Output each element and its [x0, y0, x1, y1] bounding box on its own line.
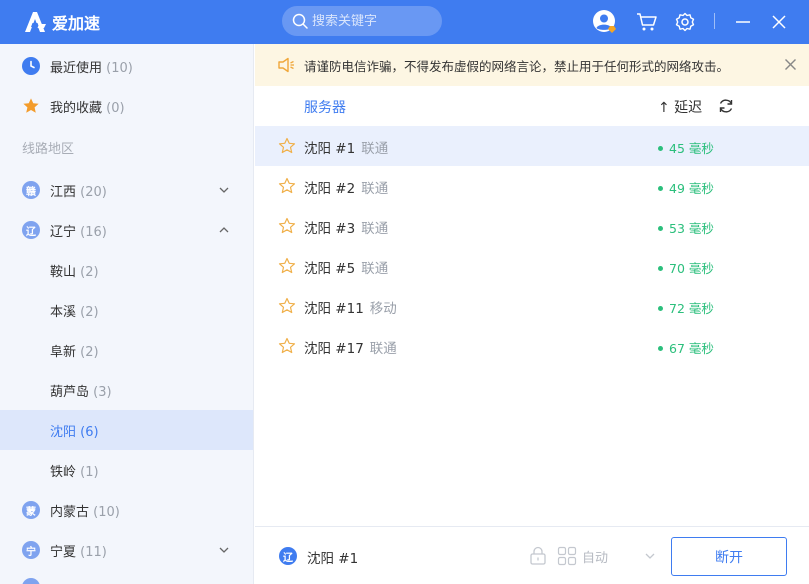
- app-title: 爱加速: [52, 14, 101, 33]
- section-title: 线路地区: [22, 142, 75, 157]
- region-badge-partial: [22, 578, 40, 584]
- city-label: 葫芦岛 (3): [50, 384, 112, 400]
- close-icon: [772, 15, 786, 29]
- search-icon: [292, 13, 308, 29]
- chevron-down-icon: [219, 187, 229, 193]
- chevron-down-icon[interactable]: [644, 550, 656, 562]
- latency-value: 49 毫秒: [658, 178, 714, 197]
- settings-button[interactable]: [672, 9, 698, 35]
- sidebar-item-city[interactable]: 葫芦岛 (3): [0, 370, 253, 410]
- titlebar-divider: [714, 13, 715, 29]
- sort-by-latency[interactable]: ↑ 延迟: [658, 97, 702, 117]
- latency-value: 67 毫秒: [658, 338, 714, 357]
- minimize-icon: [736, 21, 750, 23]
- server-row[interactable]: 沈阳 #3 联通 53 毫秒: [255, 206, 809, 246]
- notice-bar: 请谨防电信诈骗，不得发布虚假的网络言论，禁止用于任何形式的网络攻击。: [255, 44, 809, 86]
- latency-value: 72 毫秒: [658, 298, 714, 317]
- sidebar-item-label: 我的收藏 (0): [50, 100, 125, 116]
- server-row[interactable]: 沈阳 #1 联通 45 毫秒: [255, 126, 809, 166]
- sidebar-item-favorites[interactable]: 我的收藏 (0): [0, 86, 253, 126]
- current-server-name: 沈阳 #1: [307, 551, 359, 567]
- sidebar-item-city[interactable]: 本溪 (2): [0, 290, 253, 330]
- latency-value: 53 毫秒: [658, 218, 714, 237]
- close-notice-icon[interactable]: [784, 58, 797, 71]
- logo-icon: [25, 12, 46, 32]
- sidebar-item-label: 江西 (20): [50, 184, 107, 200]
- latency-value: 45 毫秒: [658, 138, 714, 157]
- user-avatar-button[interactable]: [592, 9, 618, 35]
- server-row[interactable]: 沈阳 #11 移动 72 毫秒: [255, 286, 809, 326]
- sidebar-item-city[interactable]: 铁岭 (1): [0, 450, 253, 490]
- current-region-badge: 辽: [279, 547, 297, 565]
- server-name: 沈阳 #11 移动: [304, 301, 397, 317]
- mode-select[interactable]: 自动: [582, 547, 608, 566]
- favorite-star-icon[interactable]: [278, 177, 296, 195]
- lock-icon[interactable]: [529, 546, 547, 566]
- gear-icon: [675, 12, 695, 32]
- user-avatar-icon: [593, 10, 616, 33]
- region-badge: 赣: [22, 181, 40, 199]
- sidebar-item-liaoning[interactable]: 辽 辽宁 (16): [0, 210, 253, 250]
- server-row[interactable]: 沈阳 #2 联通 49 毫秒: [255, 166, 809, 206]
- column-header-server[interactable]: 服务器: [304, 97, 346, 117]
- sidebar-item-label: 宁夏 (11): [50, 544, 107, 560]
- search-box[interactable]: [282, 6, 442, 36]
- sidebar-item-city-active[interactable]: 沈阳 (6): [0, 410, 253, 450]
- notice-text: 请谨防电信诈骗，不得发布虚假的网络言论，禁止用于任何形式的网络攻击。: [304, 58, 730, 74]
- sidebar-item-ningxia[interactable]: 宁 宁夏 (11): [0, 530, 253, 570]
- city-label: 本溪 (2): [50, 304, 99, 320]
- refresh-icon[interactable]: [717, 97, 735, 115]
- sidebar: 最近使用 (10) 我的收藏 (0) 线路地区 赣 江西 (20) 辽 辽宁 (…: [0, 44, 254, 584]
- mode-grid-icon: [557, 546, 577, 566]
- search-input[interactable]: [312, 13, 432, 29]
- region-badge: 宁: [22, 541, 40, 559]
- sidebar-item-label: 辽宁 (16): [50, 224, 107, 240]
- title-bar: 爱加速: [0, 0, 809, 44]
- favorite-star-icon[interactable]: [278, 337, 296, 355]
- chevron-up-icon: [219, 227, 229, 233]
- speaker-icon: [278, 57, 294, 73]
- server-name: 沈阳 #2 联通: [304, 181, 389, 197]
- region-badge: 蒙: [22, 501, 40, 519]
- disconnect-button[interactable]: 断开: [671, 537, 787, 576]
- cart-icon: [637, 13, 657, 31]
- favorite-star-icon[interactable]: [278, 137, 296, 155]
- sidebar-item-label: 内蒙古 (10): [50, 504, 120, 520]
- minimize-button[interactable]: [730, 9, 756, 35]
- city-label: 阜新 (2): [50, 344, 99, 360]
- sidebar-item-jiangxi[interactable]: 赣 江西 (20): [0, 170, 253, 210]
- sidebar-item-recent[interactable]: 最近使用 (10): [0, 46, 253, 86]
- server-row[interactable]: 沈阳 #5 联通 70 毫秒: [255, 246, 809, 286]
- sidebar-item-neimenggu[interactable]: 蒙 内蒙古 (10): [0, 490, 253, 530]
- sidebar-item-label: 最近使用 (10): [50, 60, 133, 76]
- connection-bar: 辽 沈阳 #1 自动 断开: [255, 526, 809, 584]
- server-name: 沈阳 #3 联通: [304, 221, 389, 237]
- server-name: 沈阳 #1 联通: [304, 141, 389, 157]
- chevron-down-icon: [219, 547, 229, 553]
- clock-icon: [22, 57, 40, 75]
- favorite-star-icon[interactable]: [278, 297, 296, 315]
- city-label: 鞍山 (2): [50, 264, 99, 280]
- sidebar-item-city[interactable]: 鞍山 (2): [0, 250, 253, 290]
- server-name: 沈阳 #17 联通: [304, 341, 397, 357]
- close-window-button[interactable]: [766, 9, 792, 35]
- sidebar-item-city[interactable]: 阜新 (2): [0, 330, 253, 370]
- server-name: 沈阳 #5 联通: [304, 261, 389, 277]
- app-logo: 爱加速: [22, 10, 100, 34]
- region-badge: 辽: [22, 221, 40, 239]
- server-row[interactable]: 沈阳 #17 联通 67 毫秒: [255, 326, 809, 366]
- city-label: 铁岭 (1): [50, 464, 99, 480]
- city-label: 沈阳 (6): [50, 424, 99, 440]
- favorite-star-icon[interactable]: [278, 257, 296, 275]
- latency-value: 70 毫秒: [658, 258, 714, 277]
- star-icon: [22, 97, 40, 115]
- cart-button[interactable]: [634, 9, 660, 35]
- favorite-star-icon[interactable]: [278, 217, 296, 235]
